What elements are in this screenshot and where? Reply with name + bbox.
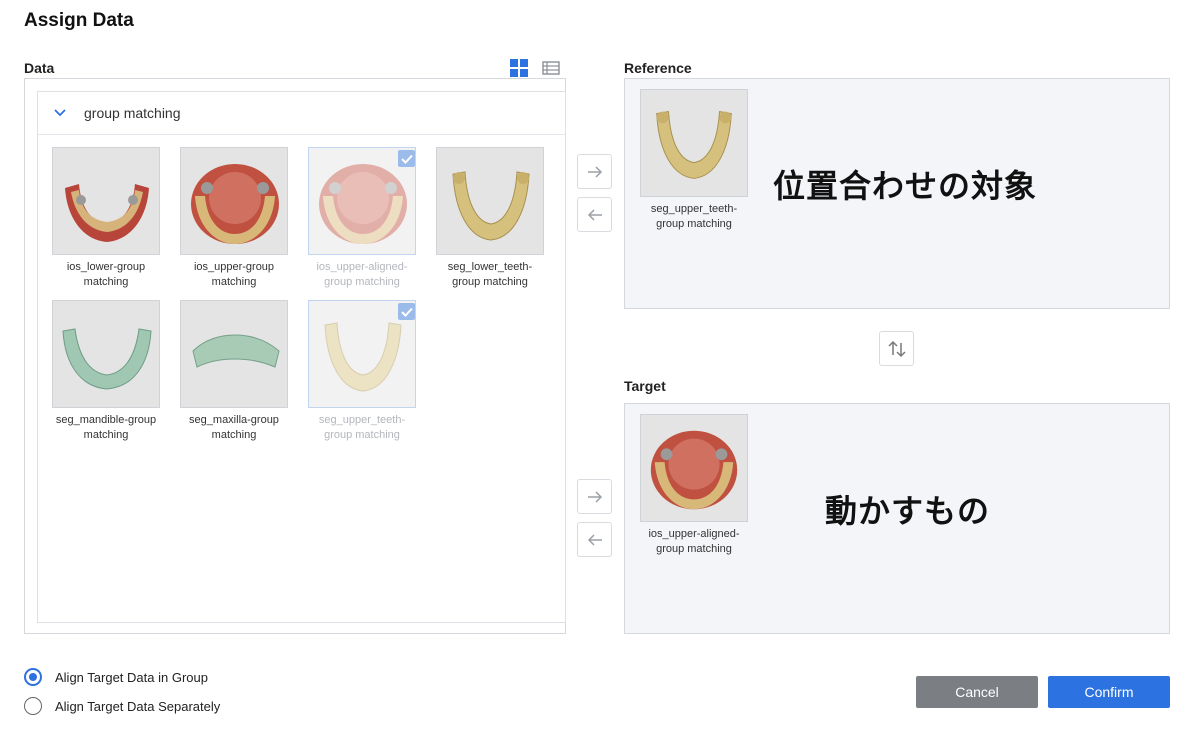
thumbnail-upper-jaw xyxy=(180,147,288,255)
option-align-group[interactable]: Align Target Data in Group xyxy=(24,668,208,686)
list-view-button[interactable] xyxy=(540,58,562,78)
option-align-group-label: Align Target Data in Group xyxy=(55,669,208,685)
unassign-target-button[interactable] xyxy=(577,522,612,557)
chevron-down-icon xyxy=(54,106,68,120)
reference-item-label: seg_upper_teeth-group matching xyxy=(650,203,738,230)
thumbnail-lower-teeth xyxy=(436,147,544,255)
group-box: group matching ios_lower-group matching xyxy=(37,91,566,623)
thumbnail-maxilla xyxy=(180,300,288,408)
list-view-icon xyxy=(542,61,560,75)
assign-target-button[interactable] xyxy=(577,479,612,514)
option-align-separately[interactable]: Align Target Data Separately xyxy=(24,697,220,715)
data-tile-ios-lower[interactable]: ios_lower-group matching xyxy=(52,147,162,290)
arrow-left-icon xyxy=(587,208,602,221)
reference-note: 位置合わせの対象 xyxy=(773,167,1038,205)
group-header[interactable]: group matching xyxy=(38,92,565,135)
arrow-right-icon xyxy=(587,490,602,503)
data-panel: group matching ios_lower-group matching xyxy=(24,78,566,634)
data-tile-label: ios_upper-aligned-group matching xyxy=(316,261,408,288)
data-tile-seg-maxilla[interactable]: seg_maxilla-group matching xyxy=(180,300,290,443)
grid-view-button[interactable] xyxy=(508,58,530,78)
confirm-button[interactable]: Confirm xyxy=(1048,676,1170,708)
check-icon xyxy=(398,303,415,320)
data-tile-seg-lower-teeth[interactable]: seg_lower_teeth-group matching xyxy=(436,147,546,290)
target-item-label: ios_upper-aligned-group matching xyxy=(648,528,740,555)
data-tile-label: ios_lower-group matching xyxy=(66,261,146,288)
data-tile-ios-upper-aligned[interactable]: ios_upper-aligned-group matching xyxy=(308,147,418,290)
cancel-button[interactable]: Cancel xyxy=(916,676,1038,708)
target-panel[interactable]: ios_upper-aligned-group matching 動かすもの xyxy=(624,403,1170,634)
data-tile-seg-mandible[interactable]: seg_mandible-group matching xyxy=(52,300,162,443)
data-tile-ios-upper[interactable]: ios_upper-group matching xyxy=(180,147,290,290)
data-tile-label: seg_mandible-group matching xyxy=(55,414,157,441)
group-name: group matching xyxy=(84,105,181,121)
option-align-separately-label: Align Target Data Separately xyxy=(55,698,221,714)
target-item[interactable]: ios_upper-aligned-group matching xyxy=(640,414,748,557)
target-label: Target xyxy=(624,378,666,394)
thumbnail-mandible xyxy=(52,300,160,408)
radio-align-separately[interactable] xyxy=(24,697,42,715)
reference-item[interactable]: seg_upper_teeth-group matching xyxy=(640,89,748,232)
unassign-reference-button[interactable] xyxy=(577,197,612,232)
view-toggle xyxy=(508,58,562,78)
thumbnail-upper-jaw-aligned xyxy=(640,414,748,522)
data-tile-label: seg_lower_teeth-group matching xyxy=(447,261,533,288)
data-tile-seg-upper-teeth[interactable]: seg_upper_teeth-group matching xyxy=(308,300,418,443)
data-tile-label: seg_upper_teeth-group matching xyxy=(318,414,406,441)
reference-panel[interactable]: seg_upper_teeth-group matching 位置合わせの対象 xyxy=(624,78,1170,309)
data-tile-label: ios_upper-group matching xyxy=(193,261,275,288)
thumbnail-upper-teeth xyxy=(640,89,748,197)
swap-vertical-icon xyxy=(887,340,906,357)
thumbnail-lower-jaw xyxy=(52,147,160,255)
data-tile-label: seg_maxilla-group matching xyxy=(189,414,279,441)
data-label: Data xyxy=(24,60,55,76)
swap-button[interactable] xyxy=(879,331,914,366)
target-note: 動かすもの xyxy=(825,492,991,530)
check-icon xyxy=(398,150,415,167)
grid-view-icon xyxy=(510,59,528,77)
arrow-left-icon xyxy=(587,533,602,546)
arrow-right-icon xyxy=(587,165,602,178)
dialog-title: Assign Data xyxy=(24,10,134,31)
assign-reference-button[interactable] xyxy=(577,154,612,189)
radio-align-group[interactable] xyxy=(24,668,42,686)
reference-label: Reference xyxy=(624,60,692,76)
